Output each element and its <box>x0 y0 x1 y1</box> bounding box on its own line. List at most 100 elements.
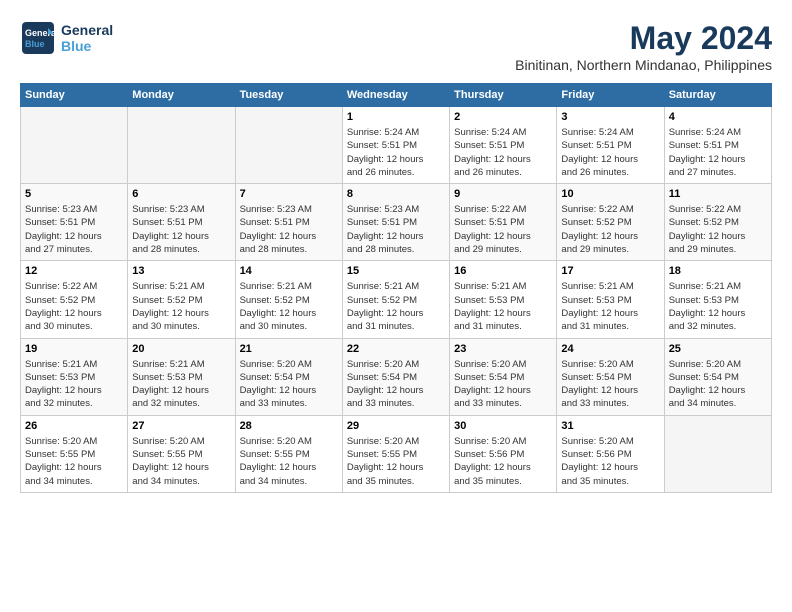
day-number: 20 <box>132 343 230 355</box>
calendar-cell: 16 Sunrise: 5:21 AM Sunset: 5:53 PM Dayli… <box>450 261 557 338</box>
day-number: 19 <box>25 343 123 355</box>
day-info: Sunrise: 5:23 AM Sunset: 5:51 PM Dayligh… <box>132 203 230 256</box>
day-info: Sunrise: 5:23 AM Sunset: 5:51 PM Dayligh… <box>347 203 445 256</box>
day-number: 21 <box>240 343 338 355</box>
day-info: Sunrise: 5:21 AM Sunset: 5:53 PM Dayligh… <box>132 358 230 411</box>
calendar-cell: 7Sunrise: 5:23 AM Sunset: 5:51 PM Daylig… <box>235 184 342 261</box>
calendar-cell <box>128 107 235 184</box>
day-number: 7 <box>240 188 338 200</box>
weekday-header-tuesday: Tuesday <box>235 84 342 107</box>
day-number: 22 <box>347 343 445 355</box>
calendar-cell: 22 Sunrise: 5:20 AM Sunset: 5:54 PM Dayli… <box>342 338 449 415</box>
calendar-cell: 21 Sunrise: 5:20 AM Sunset: 5:54 PM Dayli… <box>235 338 342 415</box>
calendar-cell <box>235 107 342 184</box>
day-info: Sunrise: 5:20 AM Sunset: 5:54 PM Dayligh… <box>669 358 767 411</box>
calendar-cell: 28 Sunrise: 5:20 AM Sunset: 5:55 PM Dayli… <box>235 415 342 492</box>
day-number: 17 <box>561 265 659 277</box>
calendar-cell: 2Sunrise: 5:24 AM Sunset: 5:51 PM Daylig… <box>450 107 557 184</box>
day-info: Sunrise: 5:20 AM Sunset: 5:55 PM Dayligh… <box>240 435 338 488</box>
calendar-cell: 20 Sunrise: 5:21 AM Sunset: 5:53 PM Dayli… <box>128 338 235 415</box>
day-info: Sunrise: 5:24 AM Sunset: 5:51 PM Dayligh… <box>561 126 659 179</box>
day-number: 25 <box>669 343 767 355</box>
calendar-cell: 14 Sunrise: 5:21 AM Sunset: 5:52 PM Dayli… <box>235 261 342 338</box>
day-number: 14 <box>240 265 338 277</box>
day-info: Sunrise: 5:21 AM Sunset: 5:53 PM Dayligh… <box>669 280 767 333</box>
day-number: 27 <box>132 420 230 432</box>
calendar-cell: 9 Sunrise: 5:22 AM Sunset: 5:51 PM Daylig… <box>450 184 557 261</box>
day-info: Sunrise: 5:20 AM Sunset: 5:54 PM Dayligh… <box>454 358 552 411</box>
weekday-header-sunday: Sunday <box>21 84 128 107</box>
calendar-cell: 26 Sunrise: 5:20 AM Sunset: 5:55 PM Dayli… <box>21 415 128 492</box>
day-info: Sunrise: 5:24 AM Sunset: 5:51 PM Dayligh… <box>669 126 767 179</box>
day-number: 10 <box>561 188 659 200</box>
day-info: Sunrise: 5:20 AM Sunset: 5:54 PM Dayligh… <box>240 358 338 411</box>
week-row-4: 26 Sunrise: 5:20 AM Sunset: 5:55 PM Dayli… <box>21 415 772 492</box>
day-number: 23 <box>454 343 552 355</box>
day-number: 1 <box>347 111 445 123</box>
day-info: Sunrise: 5:20 AM Sunset: 5:56 PM Dayligh… <box>454 435 552 488</box>
day-info: Sunrise: 5:20 AM Sunset: 5:56 PM Dayligh… <box>561 435 659 488</box>
logo-icon: General Blue <box>20 20 56 56</box>
calendar-cell: 30Sunrise: 5:20 AM Sunset: 5:56 PM Dayli… <box>450 415 557 492</box>
day-info: Sunrise: 5:20 AM Sunset: 5:54 PM Dayligh… <box>347 358 445 411</box>
calendar-cell: 19 Sunrise: 5:21 AM Sunset: 5:53 PM Dayli… <box>21 338 128 415</box>
day-number: 8 <box>347 188 445 200</box>
calendar-cell: 10Sunrise: 5:22 AM Sunset: 5:52 PM Dayli… <box>557 184 664 261</box>
day-info: Sunrise: 5:22 AM Sunset: 5:52 PM Dayligh… <box>25 280 123 333</box>
week-row-0: 1 Sunrise: 5:24 AM Sunset: 5:51 PM Daylig… <box>21 107 772 184</box>
day-number: 4 <box>669 111 767 123</box>
logo-text: General Blue <box>61 22 113 54</box>
calendar-cell: 23 Sunrise: 5:20 AM Sunset: 5:54 PM Dayli… <box>450 338 557 415</box>
calendar-cell: 15 Sunrise: 5:21 AM Sunset: 5:52 PM Dayli… <box>342 261 449 338</box>
day-info: Sunrise: 5:21 AM Sunset: 5:52 PM Dayligh… <box>132 280 230 333</box>
day-number: 2 <box>454 111 552 123</box>
day-info: Sunrise: 5:22 AM Sunset: 5:52 PM Dayligh… <box>669 203 767 256</box>
calendar-cell: 17 Sunrise: 5:21 AM Sunset: 5:53 PM Dayli… <box>557 261 664 338</box>
calendar-cell: 13 Sunrise: 5:21 AM Sunset: 5:52 PM Dayli… <box>128 261 235 338</box>
day-info: Sunrise: 5:21 AM Sunset: 5:52 PM Dayligh… <box>240 280 338 333</box>
day-info: Sunrise: 5:20 AM Sunset: 5:54 PM Dayligh… <box>561 358 659 411</box>
svg-text:Blue: Blue <box>25 39 45 49</box>
day-number: 26 <box>25 420 123 432</box>
day-number: 28 <box>240 420 338 432</box>
day-info: Sunrise: 5:20 AM Sunset: 5:55 PM Dayligh… <box>25 435 123 488</box>
calendar-cell: 12Sunrise: 5:22 AM Sunset: 5:52 PM Dayli… <box>21 261 128 338</box>
day-number: 3 <box>561 111 659 123</box>
calendar-table: SundayMondayTuesdayWednesdayThursdayFrid… <box>20 83 772 493</box>
logo: General Blue General Blue <box>20 20 113 56</box>
week-row-3: 19 Sunrise: 5:21 AM Sunset: 5:53 PM Dayli… <box>21 338 772 415</box>
day-number: 31 <box>561 420 659 432</box>
weekday-header-friday: Friday <box>557 84 664 107</box>
calendar-cell: 11 Sunrise: 5:22 AM Sunset: 5:52 PM Dayli… <box>664 184 771 261</box>
calendar-cell: 4 Sunrise: 5:24 AM Sunset: 5:51 PM Daylig… <box>664 107 771 184</box>
weekday-header-wednesday: Wednesday <box>342 84 449 107</box>
calendar-cell: 29Sunrise: 5:20 AM Sunset: 5:55 PM Dayli… <box>342 415 449 492</box>
day-info: Sunrise: 5:21 AM Sunset: 5:53 PM Dayligh… <box>561 280 659 333</box>
day-number: 24 <box>561 343 659 355</box>
calendar-cell: 6Sunrise: 5:23 AM Sunset: 5:51 PM Daylig… <box>128 184 235 261</box>
title-block: May 2024 Binitinan, Northern Mindanao, P… <box>515 20 772 73</box>
day-info: Sunrise: 5:20 AM Sunset: 5:55 PM Dayligh… <box>347 435 445 488</box>
day-info: Sunrise: 5:21 AM Sunset: 5:53 PM Dayligh… <box>454 280 552 333</box>
calendar-cell: 25 Sunrise: 5:20 AM Sunset: 5:54 PM Dayli… <box>664 338 771 415</box>
calendar-cell: 18Sunrise: 5:21 AM Sunset: 5:53 PM Dayli… <box>664 261 771 338</box>
day-number: 13 <box>132 265 230 277</box>
day-info: Sunrise: 5:23 AM Sunset: 5:51 PM Dayligh… <box>25 203 123 256</box>
calendar-cell: 31 Sunrise: 5:20 AM Sunset: 5:56 PM Dayli… <box>557 415 664 492</box>
page-header: General Blue General Blue May 2024 Binit… <box>20 20 772 73</box>
day-number: 15 <box>347 265 445 277</box>
day-number: 11 <box>669 188 767 200</box>
calendar-cell: 5Sunrise: 5:23 AM Sunset: 5:51 PM Daylig… <box>21 184 128 261</box>
calendar-cell: 27Sunrise: 5:20 AM Sunset: 5:55 PM Dayli… <box>128 415 235 492</box>
day-number: 16 <box>454 265 552 277</box>
week-row-1: 5Sunrise: 5:23 AM Sunset: 5:51 PM Daylig… <box>21 184 772 261</box>
month-title: May 2024 <box>515 20 772 57</box>
weekday-header-thursday: Thursday <box>450 84 557 107</box>
day-info: Sunrise: 5:21 AM Sunset: 5:53 PM Dayligh… <box>25 358 123 411</box>
day-number: 9 <box>454 188 552 200</box>
day-info: Sunrise: 5:22 AM Sunset: 5:51 PM Dayligh… <box>454 203 552 256</box>
weekday-header-row: SundayMondayTuesdayWednesdayThursdayFrid… <box>21 84 772 107</box>
calendar-cell: 24 Sunrise: 5:20 AM Sunset: 5:54 PM Dayli… <box>557 338 664 415</box>
calendar-cell: 8 Sunrise: 5:23 AM Sunset: 5:51 PM Daylig… <box>342 184 449 261</box>
day-info: Sunrise: 5:21 AM Sunset: 5:52 PM Dayligh… <box>347 280 445 333</box>
